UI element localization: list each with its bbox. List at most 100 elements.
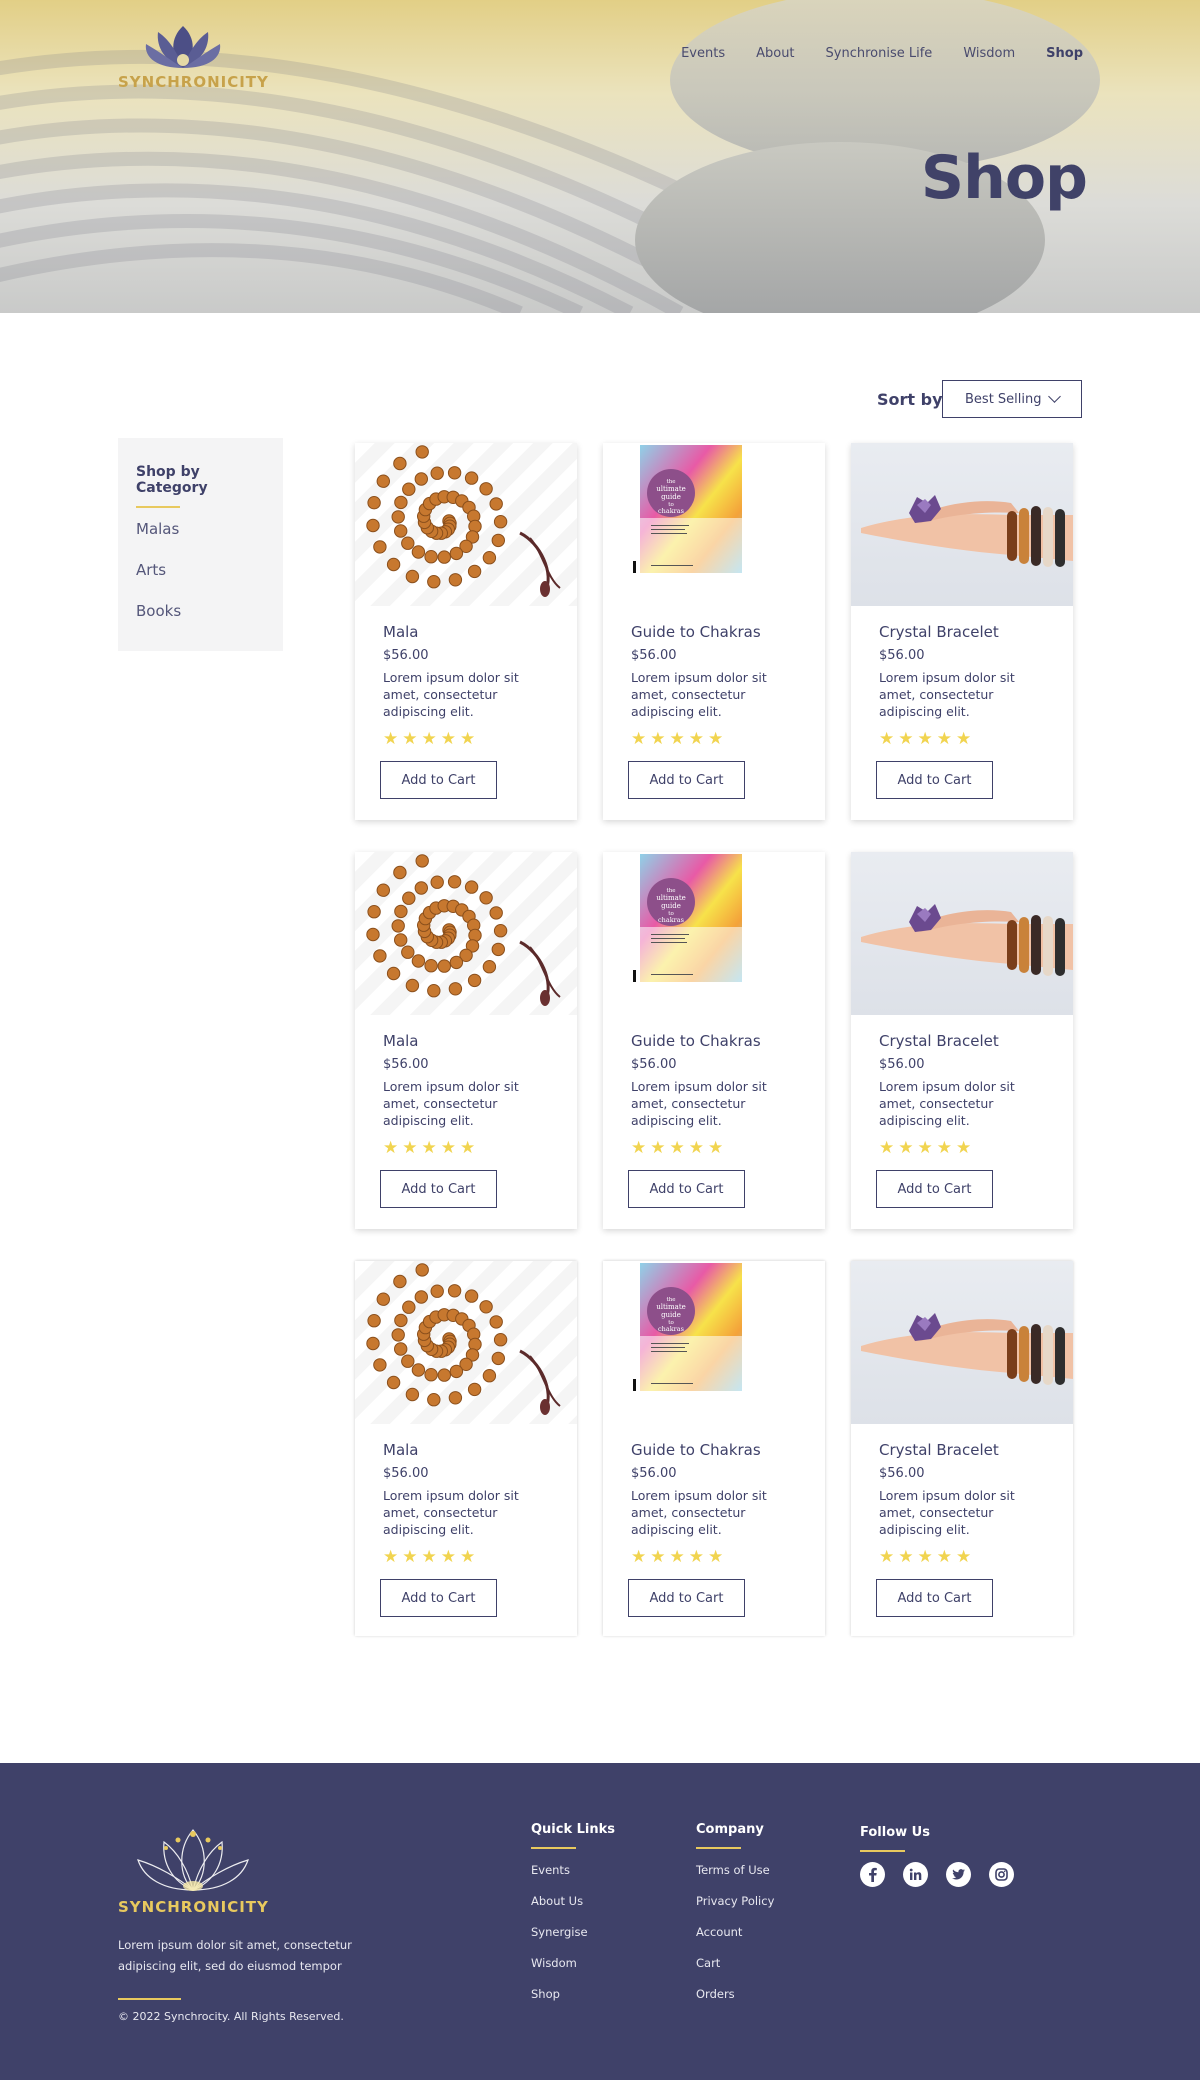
- star-icon: ★: [936, 729, 952, 749]
- star-icon: ★: [917, 729, 933, 749]
- star-icon: ★: [421, 729, 437, 749]
- footer-link-about-us[interactable]: About Us: [531, 1894, 615, 1925]
- product-name[interactable]: Crystal Bracelet: [879, 1032, 1045, 1050]
- add-to-cart-button[interactable]: Add to Cart: [628, 1170, 745, 1208]
- instagram-icon[interactable]: [989, 1862, 1014, 1887]
- nav-shop[interactable]: Shop: [1046, 46, 1083, 61]
- product-rating: ★ ★ ★ ★ ★: [879, 730, 1045, 748]
- mala-beads-image: [366, 854, 561, 1006]
- add-to-cart-button[interactable]: Add to Cart: [876, 1579, 993, 1617]
- star-icon: ★: [669, 1138, 685, 1158]
- product-card[interactable]: the ultimate guide to chakras Guide to C…: [603, 852, 825, 1229]
- footer-link-orders[interactable]: Orders: [696, 1987, 774, 2018]
- product-image[interactable]: [355, 443, 577, 606]
- star-icon: ★: [708, 729, 724, 749]
- copyright-text: © 2022 Synchrocity. All Rights Reserved.: [118, 2010, 344, 2023]
- add-to-cart-button[interactable]: Add to Cart: [380, 1170, 497, 1208]
- product-card[interactable]: Mala $56.00 Lorem ipsum dolor sit amet, co…: [355, 443, 577, 820]
- footer-link-account[interactable]: Account: [696, 1925, 774, 1956]
- footer-divider: [118, 1998, 181, 2000]
- product-name[interactable]: Mala: [383, 1441, 549, 1459]
- product-name[interactable]: Mala: [383, 1032, 549, 1050]
- nav-wisdom[interactable]: Wisdom: [963, 46, 1015, 61]
- sort-dropdown[interactable]: Best Selling: [942, 380, 1082, 418]
- footer-brand-name: SYNCHRONICITY: [118, 1898, 269, 1916]
- product-image[interactable]: the ultimate guide to chakras: [603, 443, 825, 606]
- nav-synchronise-life[interactable]: Synchronise Life: [826, 46, 933, 61]
- product-name[interactable]: Guide to Chakras: [631, 1032, 797, 1050]
- product-image[interactable]: [851, 1261, 1073, 1424]
- add-to-cart-button[interactable]: Add to Cart: [876, 1170, 993, 1208]
- product-price: $56.00: [631, 1466, 677, 1481]
- star-icon: ★: [460, 1138, 476, 1158]
- category-sidebar: Shop by Category Malas Arts Books: [118, 438, 283, 651]
- site-footer: SYNCHRONICITY Lorem ipsum dolor sit amet…: [0, 1763, 1200, 2080]
- product-image[interactable]: [355, 1261, 577, 1424]
- crystal-bracelet-image: [861, 904, 1073, 976]
- nav-events[interactable]: Events: [681, 46, 725, 61]
- footer-link-synergise[interactable]: Synergise: [531, 1925, 615, 1956]
- product-rating: ★ ★ ★ ★ ★: [631, 1139, 797, 1157]
- nav-about[interactable]: About: [756, 46, 794, 61]
- star-icon: ★: [669, 1547, 685, 1567]
- book-cover-line2: ultimate: [656, 894, 686, 902]
- star-icon: ★: [688, 1138, 704, 1158]
- category-arts[interactable]: Arts: [136, 561, 265, 602]
- footer-link-privacy[interactable]: Privacy Policy: [696, 1894, 774, 1925]
- category-books[interactable]: Books: [136, 602, 265, 643]
- product-card[interactable]: Mala $56.00 Lorem ipsum dolor sit amet, co…: [355, 1261, 577, 1636]
- product-image[interactable]: the ultimate guide to chakras: [603, 1261, 825, 1424]
- star-icon: ★: [402, 1138, 418, 1158]
- product-card[interactable]: Crystal Bracelet $56.00 Lorem ipsum dolor …: [851, 1261, 1073, 1636]
- product-name[interactable]: Crystal Bracelet: [879, 1441, 1045, 1459]
- star-icon: ★: [460, 1547, 476, 1567]
- chakra-book-image: the ultimate guide to chakras: [633, 854, 742, 982]
- footer-link-shop[interactable]: Shop: [531, 1987, 615, 2018]
- product-name[interactable]: Guide to Chakras: [631, 623, 797, 641]
- footer-link-events[interactable]: Events: [531, 1863, 615, 1894]
- social-icons: [860, 1862, 1014, 1887]
- company-column: Company Terms of Use Privacy Policy Acco…: [696, 1822, 774, 2018]
- product-card[interactable]: the ultimate guide to chakras Guide to C…: [603, 443, 825, 820]
- product-rating: ★ ★ ★ ★ ★: [383, 730, 549, 748]
- product-name[interactable]: Crystal Bracelet: [879, 623, 1045, 641]
- twitter-icon[interactable]: [946, 1862, 971, 1887]
- product-price: $56.00: [631, 1057, 677, 1072]
- product-card[interactable]: the ultimate guide to chakras Guide to C…: [603, 1261, 825, 1636]
- footer-link-wisdom[interactable]: Wisdom: [531, 1956, 615, 1987]
- linkedin-icon[interactable]: [903, 1862, 928, 1887]
- facebook-icon[interactable]: [860, 1862, 885, 1887]
- star-icon: ★: [688, 1547, 704, 1567]
- add-to-cart-button[interactable]: Add to Cart: [876, 761, 993, 799]
- product-image[interactable]: [851, 443, 1073, 606]
- add-to-cart-button[interactable]: Add to Cart: [380, 761, 497, 799]
- company-title: Company: [696, 1822, 764, 1837]
- product-description: Lorem ipsum dolor sit amet, consectetur …: [631, 1488, 767, 1537]
- product-rating: ★ ★ ★ ★ ★: [631, 730, 797, 748]
- footer-link-cart[interactable]: Cart: [696, 1956, 774, 1987]
- product-name[interactable]: Mala: [383, 623, 549, 641]
- footer-lotus-logo[interactable]: [118, 1820, 268, 1900]
- main-nav: Events About Synchronise Life Wisdom Sho…: [650, 46, 1083, 61]
- product-card[interactable]: Mala $56.00 Lorem ipsum dolor sit amet, co…: [355, 852, 577, 1229]
- product-image[interactable]: [851, 852, 1073, 1015]
- add-to-cart-button[interactable]: Add to Cart: [380, 1579, 497, 1617]
- product-card[interactable]: Crystal Bracelet $56.00 Lorem ipsum dolor …: [851, 443, 1073, 820]
- star-icon: ★: [402, 729, 418, 749]
- product-name[interactable]: Guide to Chakras: [631, 1441, 797, 1459]
- product-rating: ★ ★ ★ ★ ★: [383, 1139, 549, 1157]
- brand-name: SYNCHRONICITY: [118, 73, 269, 91]
- footer-link-terms[interactable]: Terms of Use: [696, 1863, 774, 1894]
- add-to-cart-button[interactable]: Add to Cart: [628, 761, 745, 799]
- product-card[interactable]: Crystal Bracelet $56.00 Lorem ipsum dolor …: [851, 852, 1073, 1229]
- follow-us-column: Follow Us: [860, 1825, 1014, 1887]
- add-to-cart-button[interactable]: Add to Cart: [628, 1579, 745, 1617]
- category-malas[interactable]: Malas: [136, 520, 265, 561]
- chevron-down-icon: [1048, 390, 1061, 403]
- brand-logo[interactable]: SYNCHRONICITY: [118, 18, 269, 93]
- star-icon: ★: [440, 1547, 456, 1567]
- star-icon: ★: [383, 1547, 399, 1567]
- product-rating: ★ ★ ★ ★ ★: [879, 1548, 1045, 1566]
- product-image[interactable]: [355, 852, 577, 1015]
- product-image[interactable]: the ultimate guide to chakras: [603, 852, 825, 1015]
